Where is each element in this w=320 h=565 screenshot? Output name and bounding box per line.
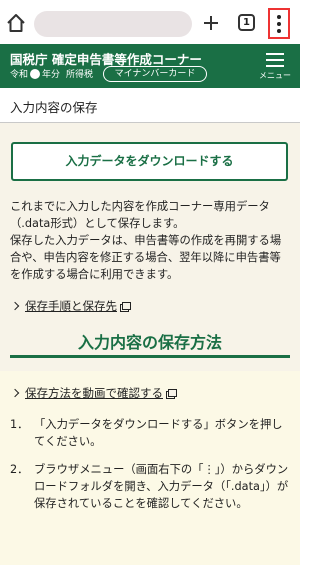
mynumber-card-badge: マイナンバーカード: [103, 66, 207, 82]
step-item: 1． 「入力データをダウンロードする」ボタンを押してください。: [10, 416, 292, 450]
chevron-right-icon: [10, 301, 20, 311]
page-title: 入力内容の保存: [10, 100, 98, 115]
main-content: 入力データをダウンロードする これまでに入力した内容を作成コーナー専用データ（.…: [0, 123, 300, 565]
external-link-icon: [166, 388, 177, 399]
video-link[interactable]: 保存方法を動画で確認する: [10, 385, 177, 401]
tax-year-info: 令和 年分 所得税: [10, 67, 93, 80]
description-usage: 保存した入力データは、申告書等の作成を再開する場合や、申告内容を修正する場合、翌…: [10, 234, 282, 281]
step-text: ブラウザメニュー（画面右下の「⋮」）からダウンロードフォルダを開き、入力データ（…: [34, 463, 289, 510]
hamburger-menu-icon[interactable]: [266, 53, 284, 67]
step-item: 2． ブラウザメニュー（画面右下の「⋮」）からダウンロードフォルダを開き、入力デ…: [10, 461, 292, 512]
description-save: これまでに入力した内容を作成コーナー専用データ（.data形式）として保存します…: [10, 200, 270, 230]
download-data-button[interactable]: 入力データをダウンロードする: [11, 142, 288, 181]
site-header: 国税庁 確定申告書等作成コーナー 令和 年分 所得税 マイナンバーカード メニュ…: [0, 44, 300, 88]
browser-toolbar: 1: [0, 0, 300, 44]
new-tab-icon[interactable]: [200, 12, 222, 34]
section-title: 入力内容の保存方法: [77, 333, 222, 352]
step-number: 1．: [10, 418, 29, 431]
tax-type: 所得税: [66, 70, 94, 80]
browser-menu-icon[interactable]: [268, 8, 290, 39]
page-title-bar: 入力内容の保存: [0, 88, 300, 123]
home-icon[interactable]: [5, 12, 27, 34]
chevron-right-icon: [10, 388, 20, 398]
menu-label[interactable]: メニュー: [259, 70, 291, 81]
save-procedure-link[interactable]: 保存手順と保存先: [10, 298, 131, 314]
address-bar[interactable]: [34, 11, 192, 37]
step-number: 2．: [10, 463, 29, 476]
step-text: 「入力データをダウンロードする」ボタンを押してください。: [34, 418, 283, 448]
video-link-text[interactable]: 保存方法を動画で確認する: [25, 385, 163, 401]
save-procedure-link-text[interactable]: 保存手順と保存先: [25, 298, 117, 314]
era-prefix: 令和: [10, 70, 29, 80]
year-placeholder-icon: [30, 68, 41, 79]
section-divider: [10, 355, 290, 358]
save-method-box: 保存方法を動画で確認する 1． 「入力データをダウンロードする」ボタンを押してく…: [0, 371, 300, 565]
external-link-icon: [120, 301, 131, 312]
tab-switcher-button[interactable]: 1: [238, 14, 255, 31]
era-suffix: 年分: [42, 70, 61, 80]
